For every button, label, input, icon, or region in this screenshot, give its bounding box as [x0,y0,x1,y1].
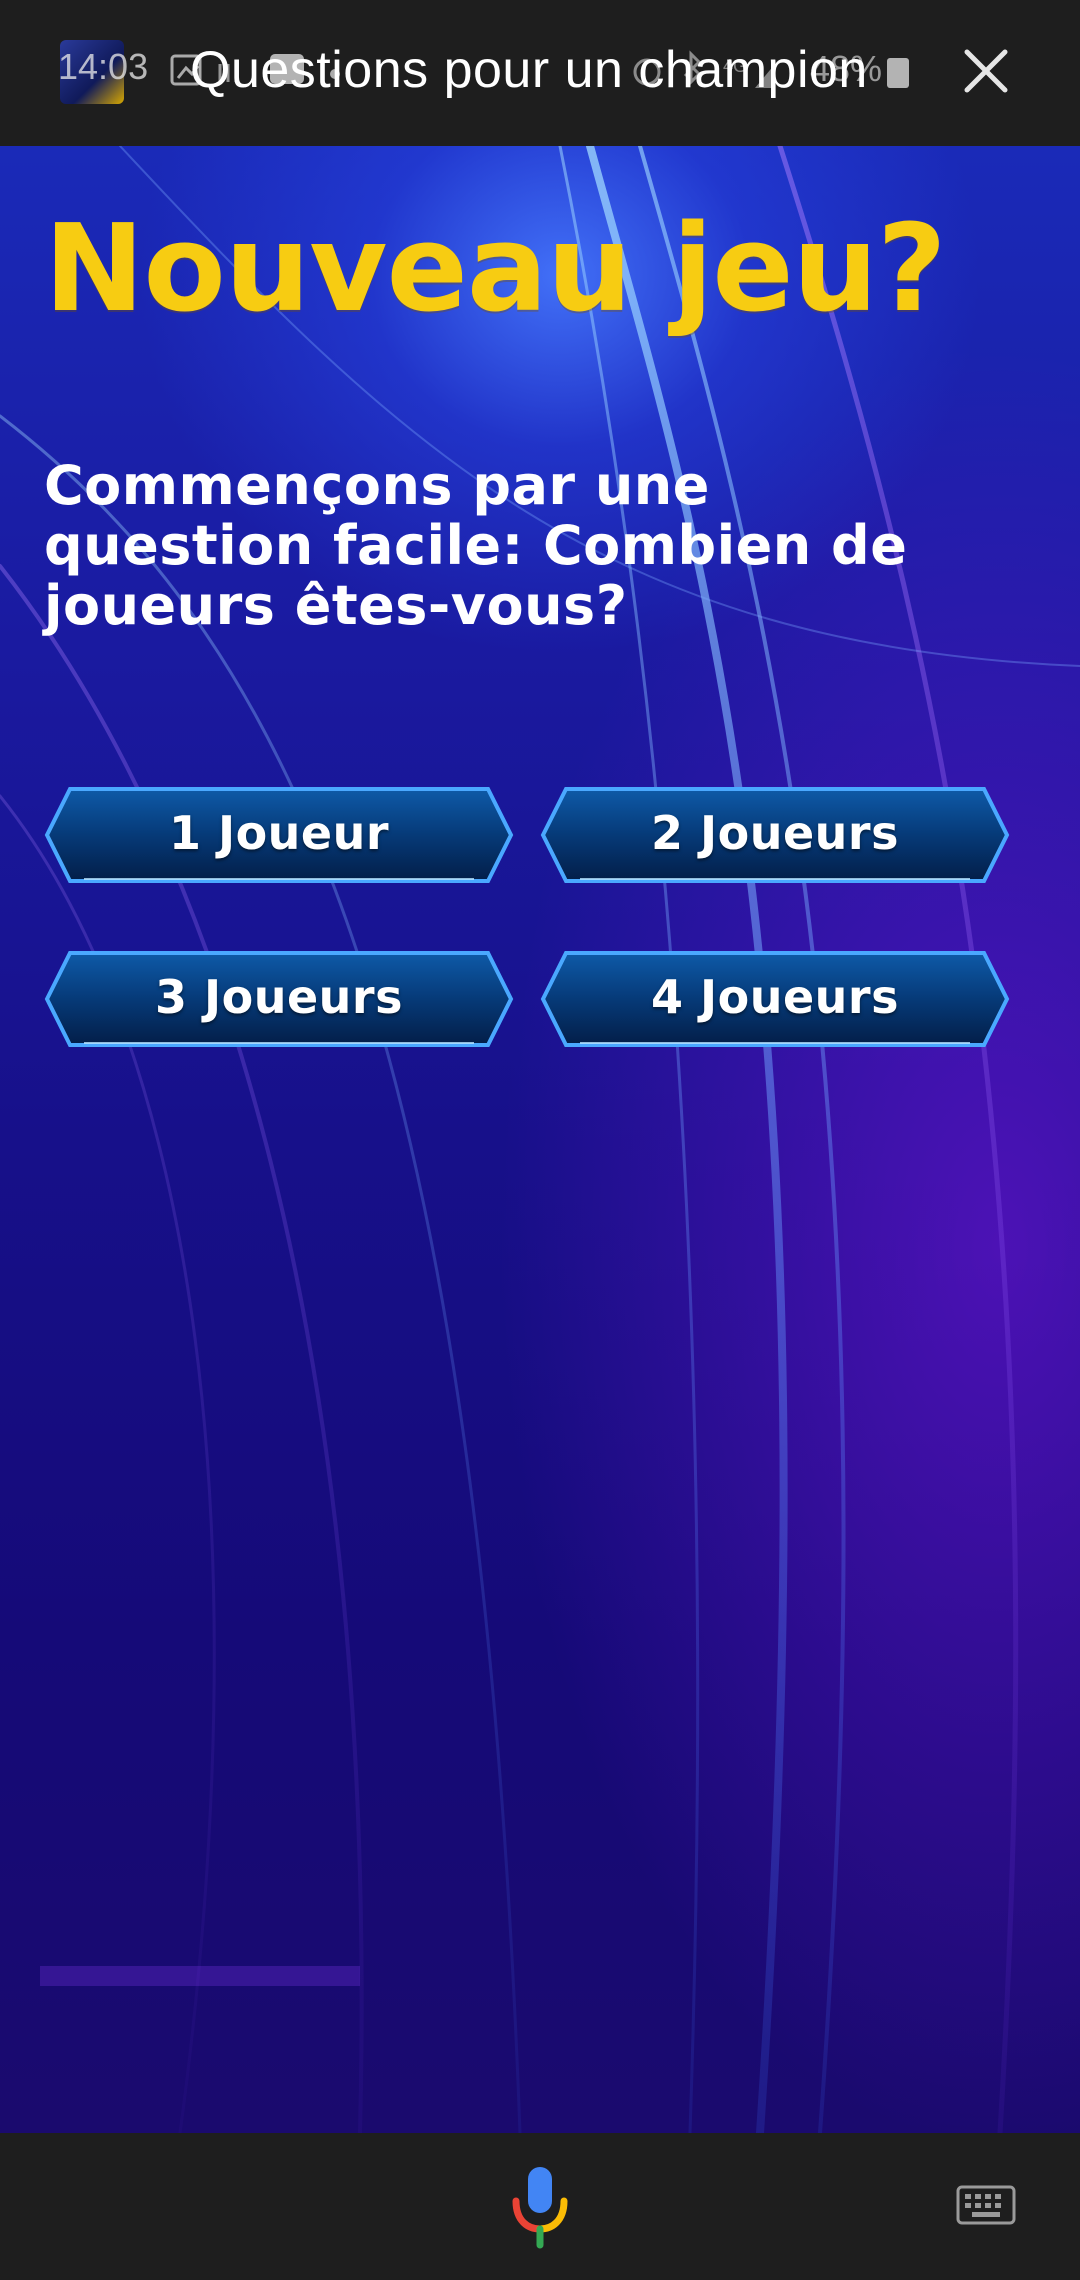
game-screen: Nouveau jeu? Commençons par une question… [0,146,1080,2133]
battery-icon [887,58,909,88]
top-bar: 14:03 4G 48% Questions pour un champion [0,0,1080,146]
answer-label: 1 Joueur [168,806,390,860]
close-icon[interactable] [955,40,1017,102]
keyboard-icon[interactable] [956,2183,1016,2227]
question-text: Commençons par une question facile: Comb… [44,454,908,637]
answer-label: 4 Joueurs [651,970,899,1024]
answer-button-2-players[interactable]: 2 Joueurs [540,786,1010,884]
answer-button-3-players[interactable]: 3 Joueurs [44,950,514,1048]
answer-button-1-player[interactable]: 1 Joueur [44,786,514,884]
app-title: Questions pour un champion [190,41,868,99]
status-time: 14:03 [58,46,149,87]
answer-label: 2 Joueurs [651,806,899,860]
page-title: Nouveau jeu? [44,200,947,339]
answer-label: 3 Joueurs [155,970,403,1024]
answer-button-4-players[interactable]: 4 Joueurs [540,950,1010,1048]
microphone-icon[interactable] [508,2165,572,2249]
floor-glow [40,1966,360,1986]
light-streaks-background [0,146,1080,2133]
bottom-bar [0,2133,1080,2280]
